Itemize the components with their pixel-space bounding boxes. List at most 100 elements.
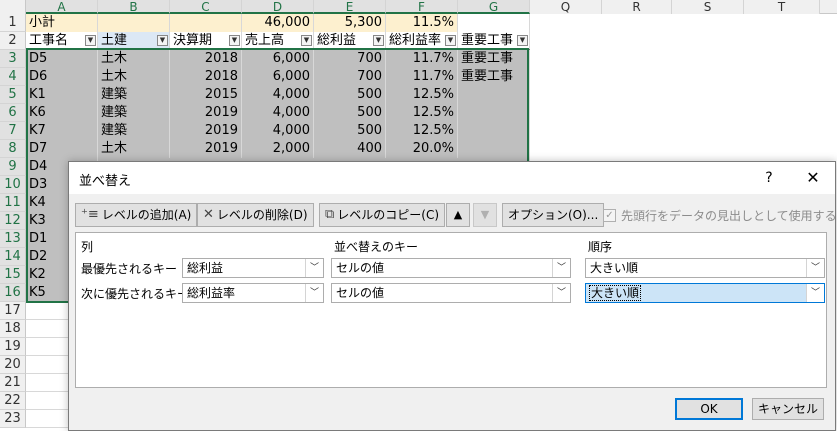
- filter-dropdown-icon[interactable]: ▼: [445, 35, 456, 46]
- row-header[interactable]: 8: [0, 140, 26, 158]
- row-header[interactable]: 3: [0, 50, 26, 68]
- cell-c1[interactable]: [170, 14, 242, 32]
- data-cell[interactable]: [458, 122, 530, 140]
- row-header[interactable]: 9: [0, 158, 26, 176]
- data-cell[interactable]: 建築: [98, 86, 170, 104]
- column-header-a[interactable]: A: [26, 0, 98, 14]
- row-header[interactable]: 13: [0, 230, 26, 248]
- row-header[interactable]: 1: [0, 14, 26, 32]
- row-header[interactable]: 20: [0, 356, 26, 374]
- data-cell[interactable]: D6: [26, 68, 98, 86]
- data-cell[interactable]: [458, 86, 530, 104]
- options-button[interactable]: オプション(O)...: [502, 203, 605, 227]
- move-up-button[interactable]: ▲: [446, 203, 470, 227]
- column-header-s[interactable]: S: [672, 0, 744, 14]
- row-header[interactable]: 4: [0, 68, 26, 86]
- cell-a1[interactable]: 小計: [26, 14, 98, 32]
- data-cell[interactable]: 700: [314, 50, 386, 68]
- select-all-corner[interactable]: [0, 0, 26, 14]
- row-header[interactable]: 11: [0, 194, 26, 212]
- dialog-titlebar[interactable]: 並べ替え ? ✕: [69, 162, 835, 194]
- row-header[interactable]: 10: [0, 176, 26, 194]
- filter-dropdown-icon[interactable]: ▼: [85, 35, 96, 46]
- data-cell[interactable]: 重要工事: [458, 68, 530, 86]
- data-cell[interactable]: 土木: [98, 50, 170, 68]
- cell-e1[interactable]: 5,300: [314, 14, 386, 32]
- cell-f1[interactable]: 11.5%: [386, 14, 458, 32]
- row-header[interactable]: 6: [0, 104, 26, 122]
- cell-d1[interactable]: 46,000: [242, 14, 314, 32]
- data-cell[interactable]: 500: [314, 104, 386, 122]
- level-2-key-select[interactable]: セルの値 ﹀: [331, 283, 571, 303]
- row-header[interactable]: 15: [0, 266, 26, 284]
- data-cell[interactable]: D5: [26, 50, 98, 68]
- copy-level-button[interactable]: ⧉ レベルのコピー(C): [319, 203, 446, 227]
- row-header[interactable]: 16: [0, 284, 26, 302]
- filter-dropdown-icon[interactable]: ▼: [229, 35, 240, 46]
- filter-dropdown-icon[interactable]: ▼: [517, 35, 528, 46]
- column-header-d[interactable]: D: [242, 0, 314, 14]
- row-header[interactable]: 2: [0, 32, 26, 50]
- data-cell[interactable]: 土木: [98, 68, 170, 86]
- data-cell[interactable]: 20.0%: [386, 140, 458, 158]
- cancel-button[interactable]: キャンセル: [752, 398, 824, 420]
- data-cell[interactable]: 4,000: [242, 104, 314, 122]
- filter-dropdown-icon[interactable]: ▼: [157, 35, 168, 46]
- header-row-checkbox[interactable]: ✓ 先頭行をデータの見出しとして使用する(H): [603, 207, 837, 224]
- header-cell[interactable]: 土建 ▼: [98, 32, 170, 50]
- data-cell[interactable]: 12.5%: [386, 122, 458, 140]
- data-cell[interactable]: [458, 104, 530, 122]
- row-header[interactable]: 22: [0, 392, 26, 410]
- data-cell[interactable]: D7: [26, 140, 98, 158]
- data-cell[interactable]: 700: [314, 68, 386, 86]
- column-header-r[interactable]: R: [602, 0, 672, 14]
- data-cell[interactable]: 土木: [98, 140, 170, 158]
- column-header-e[interactable]: E: [314, 0, 386, 14]
- header-cell[interactable]: 重要工事 ▼: [458, 32, 530, 50]
- row-header[interactable]: 23: [0, 410, 26, 428]
- column-header-f[interactable]: F: [386, 0, 458, 14]
- row-header[interactable]: 19: [0, 338, 26, 356]
- data-cell[interactable]: 4,000: [242, 122, 314, 140]
- data-cell[interactable]: 2019: [170, 140, 242, 158]
- header-cell[interactable]: 総利益 ▼: [314, 32, 386, 50]
- level-2-order-select[interactable]: 大きい順 ﹀: [585, 283, 825, 303]
- data-cell[interactable]: 11.7%: [386, 68, 458, 86]
- data-cell[interactable]: 2019: [170, 104, 242, 122]
- help-icon[interactable]: ?: [757, 166, 781, 190]
- level-1-key-select[interactable]: セルの値 ﹀: [331, 258, 571, 278]
- column-header-c[interactable]: C: [170, 0, 242, 14]
- data-cell[interactable]: K7: [26, 122, 98, 140]
- level-2-column-select[interactable]: 総利益率 ﹀: [182, 283, 324, 303]
- column-header-g[interactable]: G: [458, 0, 530, 14]
- data-cell[interactable]: 11.7%: [386, 50, 458, 68]
- header-cell[interactable]: 総利益率 ▼: [386, 32, 458, 50]
- data-cell[interactable]: 4,000: [242, 86, 314, 104]
- data-cell[interactable]: 2018: [170, 68, 242, 86]
- filter-dropdown-icon[interactable]: ▼: [301, 35, 312, 46]
- level-1-order-select[interactable]: 大きい順 ﹀: [585, 258, 825, 278]
- column-header-b[interactable]: B: [98, 0, 170, 14]
- data-cell[interactable]: 6,000: [242, 50, 314, 68]
- header-cell[interactable]: 決算期 ▼: [170, 32, 242, 50]
- level-1-column-select[interactable]: 総利益 ﹀: [182, 258, 324, 278]
- cell-b1[interactable]: [98, 14, 170, 32]
- row-header[interactable]: 5: [0, 86, 26, 104]
- delete-level-button[interactable]: ✕ レベルの削除(D): [197, 203, 314, 227]
- data-cell[interactable]: [458, 140, 530, 158]
- header-cell[interactable]: 工事名 ▼: [26, 32, 98, 50]
- close-icon[interactable]: ✕: [799, 166, 827, 190]
- cell-g1[interactable]: [458, 14, 530, 32]
- row-header[interactable]: 18: [0, 320, 26, 338]
- header-cell[interactable]: 売上高 ▼: [242, 32, 314, 50]
- data-cell[interactable]: 2018: [170, 50, 242, 68]
- data-cell[interactable]: 500: [314, 86, 386, 104]
- data-cell[interactable]: K1: [26, 86, 98, 104]
- row-header[interactable]: 12: [0, 212, 26, 230]
- column-header-t[interactable]: T: [744, 0, 820, 14]
- data-cell[interactable]: 6,000: [242, 68, 314, 86]
- data-cell[interactable]: 建築: [98, 122, 170, 140]
- data-cell[interactable]: 400: [314, 140, 386, 158]
- data-cell[interactable]: 建築: [98, 104, 170, 122]
- filter-dropdown-icon[interactable]: ▼: [373, 35, 384, 46]
